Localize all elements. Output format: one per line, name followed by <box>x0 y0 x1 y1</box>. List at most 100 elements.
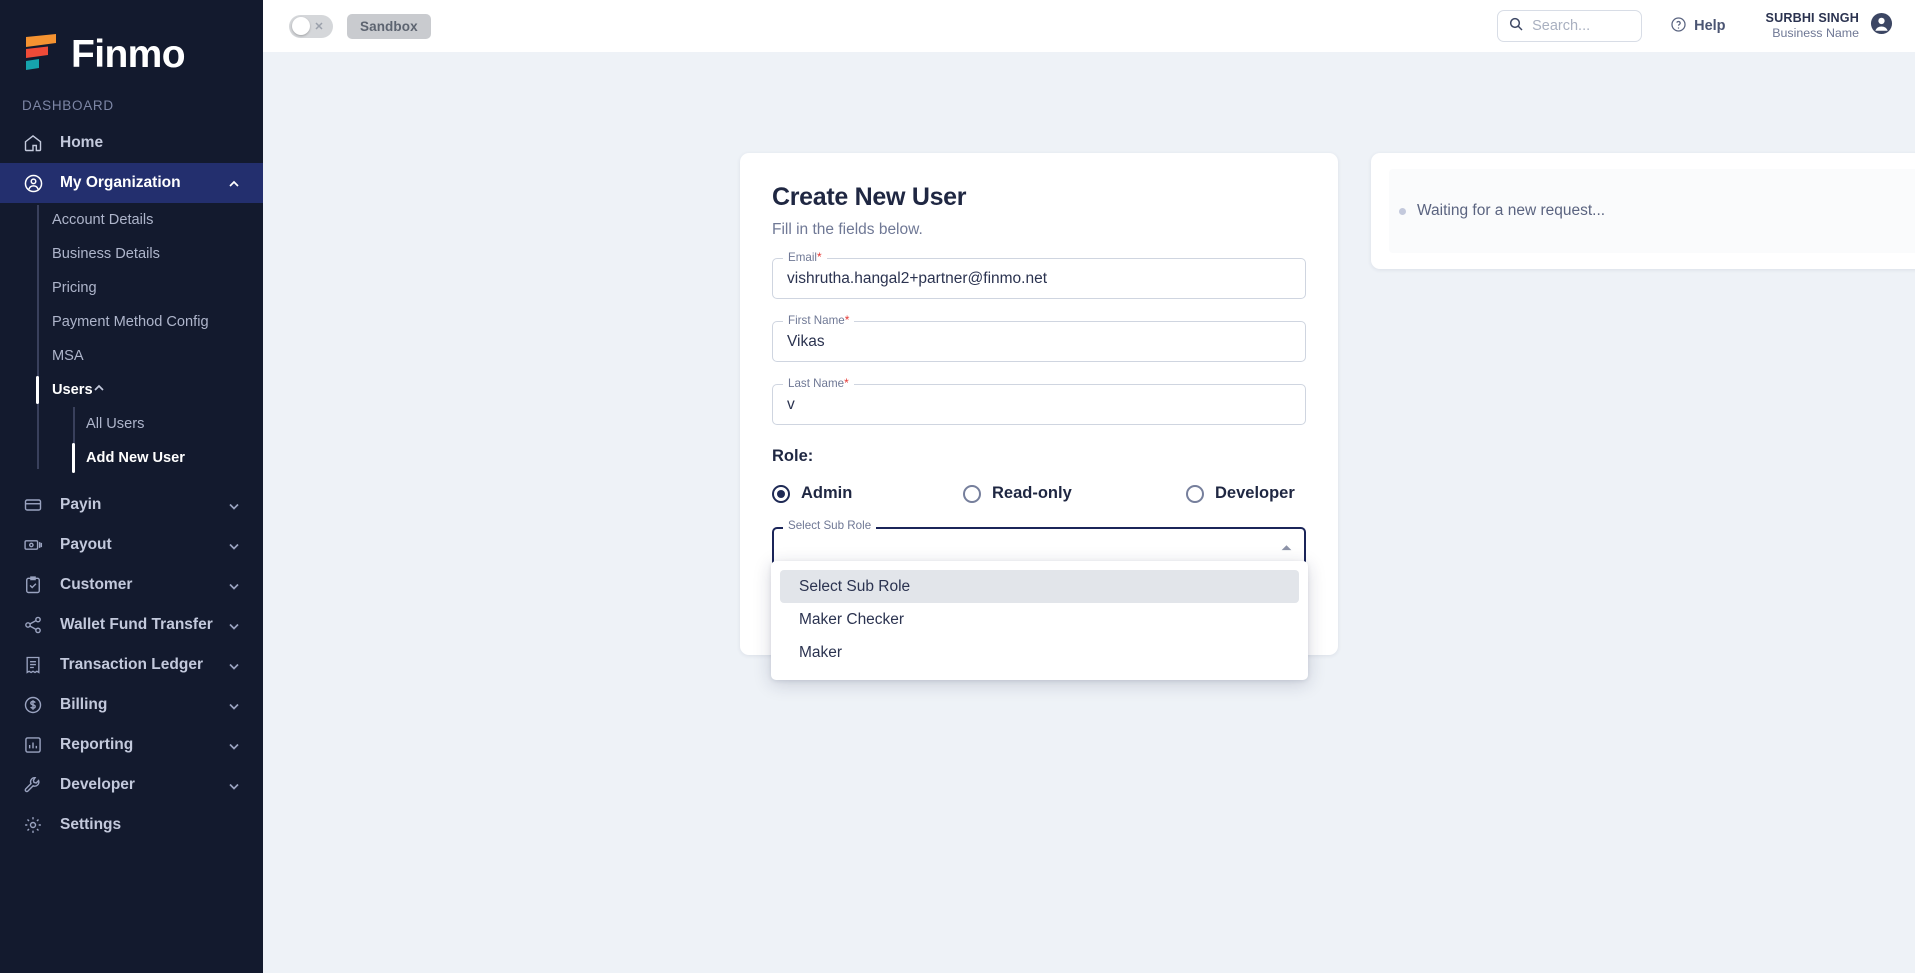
user-name: SURBHI SINGH <box>1765 11 1859 25</box>
sidebar-item-label: Settings <box>60 816 122 833</box>
sidebar-item-home[interactable]: Home <box>0 123 263 163</box>
search-placeholder: Search... <box>1532 18 1591 34</box>
avatar-icon[interactable] <box>1870 12 1893 40</box>
sidebar-subitem-users[interactable]: Users <box>0 373 263 407</box>
sidebar-item-label: Home <box>60 134 104 151</box>
sidebar-item-label: Payout <box>60 536 112 553</box>
sidebar-section-label: DASHBOARD <box>22 98 114 113</box>
sidebar-item-developer[interactable]: Developer <box>0 765 263 805</box>
sidebar-subitem-label: Add New User <box>86 450 185 466</box>
role-option-developer[interactable]: Developer <box>1186 484 1295 503</box>
user-circle-icon <box>22 172 44 194</box>
sidebar-item-payout[interactable]: Payout <box>0 525 263 565</box>
chevron-down-icon <box>228 499 240 511</box>
sidebar-item-label: Wallet Fund Transfer <box>60 616 213 633</box>
sidebar-item-label: Transaction Ledger <box>60 656 203 673</box>
email-field-box[interactable]: vishrutha.hangal2+partner@finmo.net <box>772 258 1306 299</box>
environment-toggle[interactable] <box>289 14 333 38</box>
clipboard-check-icon <box>22 574 44 596</box>
sidebar-subitem-label: Users <box>52 382 93 398</box>
wrench-icon <box>22 774 44 796</box>
question-circle-icon <box>1670 16 1687 37</box>
dropdown-option-label: Maker <box>799 643 843 661</box>
role-option-admin[interactable]: Admin <box>772 484 963 503</box>
sidebar-subnav-my-organization: Account Details Business Details Pricing… <box>0 203 263 475</box>
sidebar-item-transaction-ledger[interactable]: Transaction Ledger <box>0 645 263 685</box>
sidebar-subitem-label: Account Details <box>52 212 154 228</box>
sidebar-item-customer[interactable]: Customer <box>0 565 263 605</box>
search-icon <box>1508 16 1524 37</box>
chevron-down-icon <box>228 779 240 791</box>
sub-role-dropdown-menu[interactable]: Select Sub Role Maker Checker Maker <box>771 561 1308 680</box>
close-x-icon <box>313 19 325 31</box>
request-status-card: Waiting for a new request... <box>1371 153 1915 269</box>
role-option-label: Developer <box>1215 484 1295 502</box>
gear-icon <box>22 814 44 836</box>
sidebar-item-reporting[interactable]: Reporting <box>0 725 263 765</box>
role-radio-group: Admin Read-only Developer <box>772 484 1306 503</box>
role-option-read-only[interactable]: Read-only <box>963 484 1186 503</box>
dropdown-option-select-sub-role[interactable]: Select Sub Role <box>780 570 1299 603</box>
sidebar-item-label: Developer <box>60 776 135 793</box>
user-menu[interactable]: SURBHI SINGH Business Name <box>1766 10 1893 42</box>
sidebar-item-wallet-fund-transfer[interactable]: Wallet Fund Transfer <box>0 605 263 645</box>
help-label: Help <box>1694 18 1726 34</box>
share-icon <box>22 614 44 636</box>
home-icon <box>22 132 44 154</box>
dollar-circle-icon <box>22 694 44 716</box>
help-button[interactable]: Help <box>1670 16 1726 37</box>
dropdown-option-maker-checker[interactable]: Maker Checker <box>771 603 1308 636</box>
radio-selected-icon[interactable] <box>772 484 790 503</box>
sidebar-item-settings[interactable]: Settings <box>0 805 263 845</box>
last-name-field-value: v <box>787 395 795 413</box>
page-title: Create New User <box>772 183 967 211</box>
sidebar-item-label: Reporting <box>60 736 134 753</box>
sidebar-subitem-pricing[interactable]: Pricing <box>0 271 263 305</box>
sidebar-item-label: Billing <box>60 696 108 713</box>
sidebar-subitem-account-details[interactable]: Account Details <box>0 203 263 237</box>
dropdown-option-maker[interactable]: Maker <box>771 636 1308 669</box>
sidebar-subitem-all-users[interactable]: All Users <box>0 407 263 441</box>
sub-role-select-label: Select Sub Role <box>783 520 877 532</box>
sidebar-item-my-organization[interactable]: My Organization <box>0 163 263 203</box>
email-field-label: Email* <box>783 251 827 264</box>
chevron-up-icon <box>93 382 105 398</box>
chevron-down-icon <box>228 619 240 631</box>
user-business-name: Business Name <box>1772 26 1859 41</box>
last-name-field[interactable]: Last Name* v <box>772 377 1306 425</box>
first-name-field-label: First Name* <box>783 314 855 327</box>
sidebar-subitem-label: Pricing <box>52 280 97 296</box>
radio-unselected-icon[interactable] <box>1186 484 1204 503</box>
sidebar-subitem-business-details[interactable]: Business Details <box>0 237 263 271</box>
chevron-down-icon <box>228 699 240 711</box>
role-option-label: Read-only <box>992 484 1072 502</box>
required-asterisk: * <box>817 250 822 264</box>
chevron-up-icon[interactable] <box>1280 541 1293 554</box>
toggle-knob <box>291 17 310 35</box>
sidebar-subitem-add-new-user[interactable]: Add New User <box>0 441 263 475</box>
bar-chart-icon <box>22 734 44 756</box>
email-field[interactable]: Email* vishrutha.hangal2+partner@finmo.n… <box>772 251 1306 299</box>
sidebar-subitem-msa[interactable]: MSA <box>0 339 263 373</box>
sidebar-item-billing[interactable]: Billing <box>0 685 263 725</box>
first-name-field-box[interactable]: Vikas <box>772 321 1306 362</box>
required-asterisk: * <box>844 376 849 390</box>
finmo-logo-icon <box>22 32 60 76</box>
sidebar-subitem-label: Payment Method Config <box>52 314 209 330</box>
brand-logo[interactable]: Finmo <box>0 0 263 84</box>
status-dot-icon <box>1399 207 1406 215</box>
sidebar-item-payin[interactable]: Payin <box>0 485 263 525</box>
request-status-box: Waiting for a new request... <box>1389 169 1915 253</box>
app-root: Finmo DASHBOARD Home My Organization Acc… <box>0 0 1915 973</box>
sidebar: Finmo DASHBOARD Home My Organization Acc… <box>0 0 263 973</box>
page-subtitle: Fill in the fields below. <box>772 221 923 238</box>
first-name-field[interactable]: First Name* Vikas <box>772 314 1306 362</box>
sidebar-subitem-payment-method-config[interactable]: Payment Method Config <box>0 305 263 339</box>
sidebar-subitem-label: All Users <box>86 416 145 432</box>
dropdown-option-label: Select Sub Role <box>799 577 911 595</box>
radio-unselected-icon[interactable] <box>963 484 981 503</box>
search-input[interactable]: Search... <box>1497 10 1643 42</box>
last-name-field-box[interactable]: v <box>772 384 1306 425</box>
top-header: Sandbox Search... Help SURBHI SINGH Busi… <box>263 0 1915 52</box>
